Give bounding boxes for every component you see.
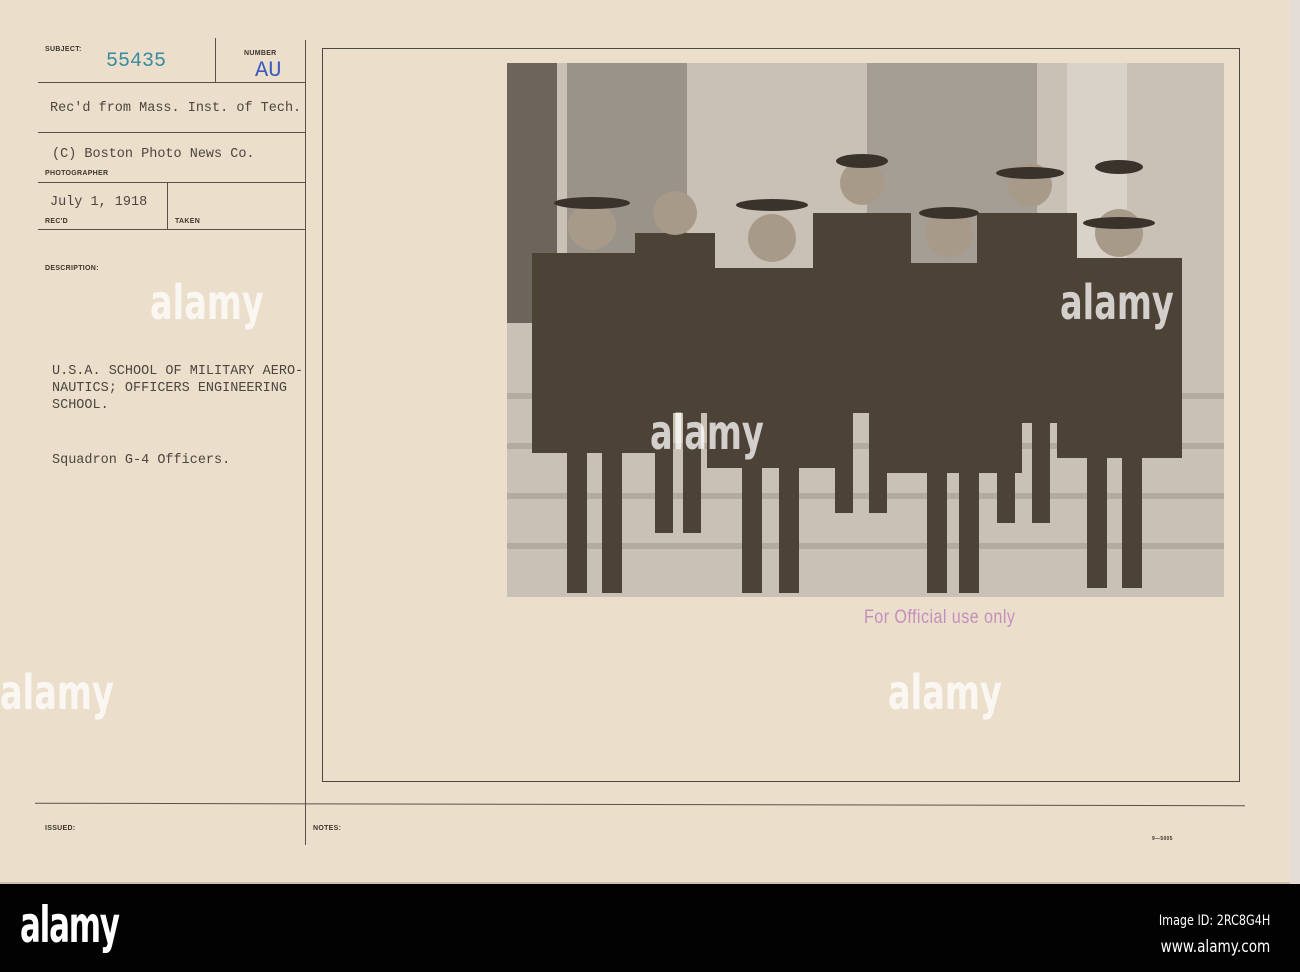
divider (38, 132, 305, 133)
watermark: alamy (650, 405, 764, 461)
photographer-label: PHOTOGRAPHER (45, 170, 109, 177)
watermark: alamy (888, 665, 1002, 721)
image-info: Image ID: 2RC8G4H www.alamy.com (1159, 913, 1270, 965)
divider (38, 229, 305, 230)
alamy-logo: alamy (20, 896, 120, 954)
subject-label: SUBJECT: (45, 46, 82, 53)
divider (38, 182, 305, 183)
official-use-stamp: For Official use only (864, 607, 1016, 628)
form-code: 9—5005 (1152, 836, 1173, 842)
number-code: AU (255, 58, 282, 83)
website-link[interactable]: www.alamy.com (1159, 937, 1270, 957)
received-from: Rec'd from Mass. Inst. of Tech. (50, 101, 302, 116)
divider (215, 38, 216, 83)
divider (167, 183, 168, 230)
notes-label: NOTES: (313, 825, 342, 832)
caption: Squadron G-4 Officers. (52, 453, 231, 468)
description-line: NAUTICS; OFFICERS ENGINEERING (52, 381, 287, 396)
image-id: Image ID: 2RC8G4H (1158, 913, 1270, 929)
watermark: alamy (150, 275, 264, 331)
description-line: SCHOOL. (52, 398, 109, 413)
number-label: NUMBER (244, 50, 277, 57)
divider (35, 802, 1245, 807)
recd-label: REC'D (45, 218, 68, 225)
description-line: U.S.A. SCHOOL OF MILITARY AERO- (52, 364, 304, 379)
column-divider (305, 40, 306, 845)
description-label: DESCRIPTION: (45, 265, 99, 272)
watermark: alamy (0, 665, 114, 721)
watermark: alamy (1060, 275, 1174, 331)
archival-photo-card: SUBJECT: 55435 NUMBER AU Rec'd from Mass… (0, 0, 1290, 884)
footer-bar (0, 884, 1300, 972)
taken-label: TAKEN (175, 218, 201, 225)
photographer-name: (C) Boston Photo News Co. (52, 147, 255, 162)
subject-number: 55435 (106, 50, 167, 73)
issued-label: ISSUED: (45, 825, 76, 832)
received-date: July 1, 1918 (50, 195, 148, 210)
